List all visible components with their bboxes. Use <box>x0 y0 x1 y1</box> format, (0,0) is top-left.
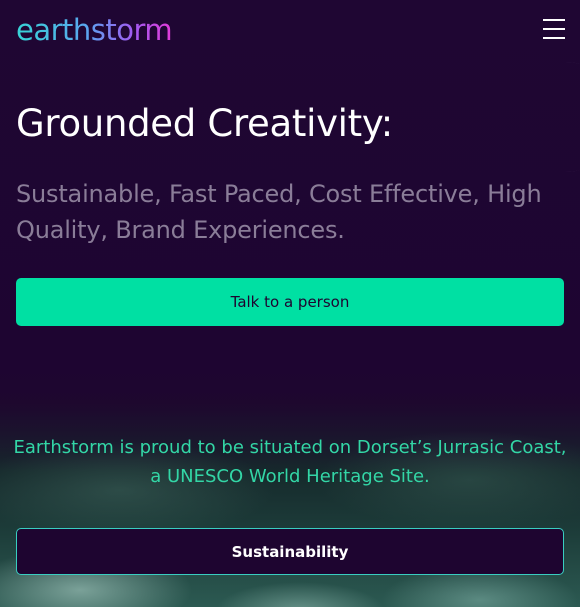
talk-to-a-person-button[interactable]: Talk to a person <box>16 278 564 326</box>
menu-bar <box>543 28 565 30</box>
decorative-arc <box>520 62 580 172</box>
earthstorm-logo[interactable]: earthstorm <box>16 13 173 47</box>
hamburger-menu-icon[interactable] <box>543 19 565 39</box>
menu-bar <box>543 19 565 21</box>
site-header: earthstorm <box>0 0 580 62</box>
jurassic-coast-text: Earthstorm is proud to be situated on Do… <box>13 437 567 487</box>
sustainability-button[interactable]: Sustainability <box>16 528 564 575</box>
hero-title: Grounded Creativity: <box>16 102 393 145</box>
page: earthstorm Grounded Creativity: Sustaina… <box>0 0 580 607</box>
menu-bar <box>543 37 565 39</box>
hero-subtitle: Sustainable, Fast Paced, Cost Effective,… <box>16 180 542 244</box>
